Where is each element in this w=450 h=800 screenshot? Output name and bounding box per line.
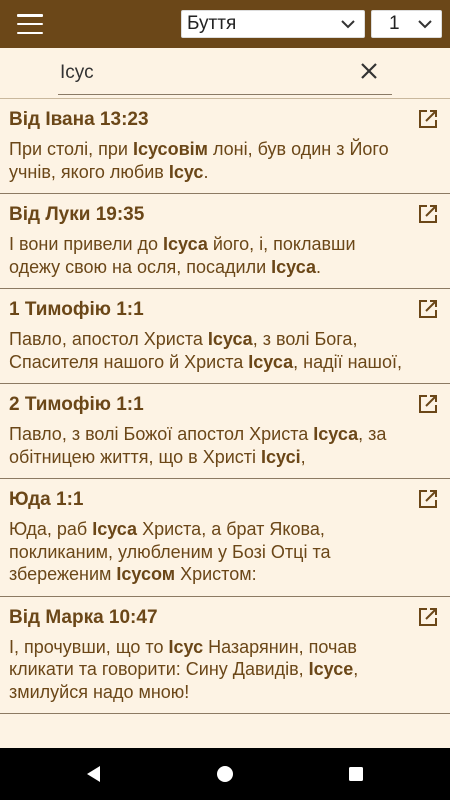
search-results-list: Від Івана 13:23 При столі, при Ісусовім л… (0, 98, 450, 748)
result-item[interactable]: 2 Тимофію 1:1 Павло, з волі Божої апостол… (0, 384, 450, 479)
search-match: Ісуса (271, 256, 316, 277)
verse-reference[interactable]: Від Івана 13:23 (9, 109, 410, 131)
chapter-select-value: 1 (389, 13, 400, 34)
verse-reference[interactable]: 2 Тимофію 1:1 (9, 394, 410, 416)
chevron-down-icon (341, 20, 355, 29)
search-match: Ісусе (308, 659, 354, 679)
back-triangle-icon[interactable] (84, 764, 104, 784)
recents-square-icon[interactable] (346, 764, 366, 784)
result-item[interactable]: 1 Тимофію 1:1 Павло, апостол Христа Ісуса… (0, 289, 450, 384)
search-match: Ісуса (163, 234, 208, 254)
verse-text: І, прочувши, що то Ісус Назарянин, почав… (9, 636, 410, 704)
top-app-bar: Буття 1 (0, 0, 450, 48)
chapter-select[interactable]: 1 (371, 10, 442, 38)
search-match: Ісус (168, 161, 204, 182)
search-bar (0, 48, 450, 98)
open-in-new-icon[interactable] (417, 108, 439, 130)
verse-text-segment: , надії нашої, (293, 351, 402, 372)
verse-text-segment: . (203, 161, 209, 182)
verse-text-segment: Христом: (175, 564, 257, 584)
verse-text-segment: . (315, 256, 321, 277)
close-icon[interactable] (358, 60, 380, 82)
open-in-new-icon[interactable] (417, 488, 439, 510)
verse-text: І вони привели до Ісуса його, і, поклавш… (9, 233, 410, 278)
verse-text: При столі, при Ісусовім лоні, був один з… (9, 138, 410, 183)
verse-reference[interactable]: Від Луки 19:35 (9, 204, 410, 226)
verse-text-segment: При столі, при (9, 139, 133, 159)
search-match: Ісусі (261, 446, 301, 467)
search-input[interactable] (60, 60, 360, 86)
verse-text: Павло, апостол Христа Ісуса, з волі Бога… (9, 328, 410, 373)
verse-reference[interactable]: Юда 1:1 (9, 489, 410, 511)
open-in-new-icon[interactable] (417, 203, 439, 225)
verse-text-segment: Юда, раб (9, 519, 93, 539)
result-item[interactable]: Від Марка 10:47 І, прочувши, що то Ісус Н… (0, 597, 450, 714)
result-item[interactable]: Від Луки 19:35 І вони привели до Ісуса йо… (0, 194, 450, 289)
verse-reference[interactable]: 1 Тимофію 1:1 (9, 299, 410, 321)
chevron-down-icon (418, 20, 432, 29)
home-circle-icon[interactable] (215, 764, 235, 784)
search-underline (58, 94, 392, 95)
verse-text-segment: І, прочувши, що то (9, 636, 169, 657)
open-in-new-icon[interactable] (417, 298, 439, 320)
result-item[interactable]: Від Івана 13:23 При столі, при Ісусовім л… (0, 98, 450, 194)
book-select-value: Буття (187, 13, 237, 34)
search-match: Ісусом (116, 564, 176, 584)
open-in-new-icon[interactable] (417, 393, 439, 415)
search-match: Ісуса (92, 519, 138, 539)
verse-text-segment: Павло, апостол Христа (9, 329, 208, 349)
result-item[interactable]: Юда 1:1 Юда, раб Ісуса Христа, а брат Яко… (0, 479, 450, 597)
search-match: Ісуса (207, 329, 253, 349)
search-match: Ісусовім (132, 139, 208, 159)
search-match: Ісуса (313, 424, 359, 444)
hamburger-menu-icon[interactable] (17, 14, 43, 34)
search-match: Ісуса (248, 351, 294, 372)
verse-text-segment: , (300, 446, 306, 467)
search-match: Ісус (168, 636, 204, 657)
book-select[interactable]: Буття (181, 10, 365, 38)
verse-reference[interactable]: Від Марка 10:47 (9, 607, 410, 629)
verse-text-segment: І вони привели до (9, 234, 164, 254)
verse-text: Павло, з волі Божої апостол Христа Ісуса… (9, 423, 410, 468)
verse-text-segment: Павло, з волі Божої апостол Христа (9, 424, 314, 444)
verse-text: Юда, раб Ісуса Христа, а брат Якова, пок… (9, 518, 410, 586)
open-in-new-icon[interactable] (417, 606, 439, 628)
system-navigation-bar (0, 748, 450, 800)
